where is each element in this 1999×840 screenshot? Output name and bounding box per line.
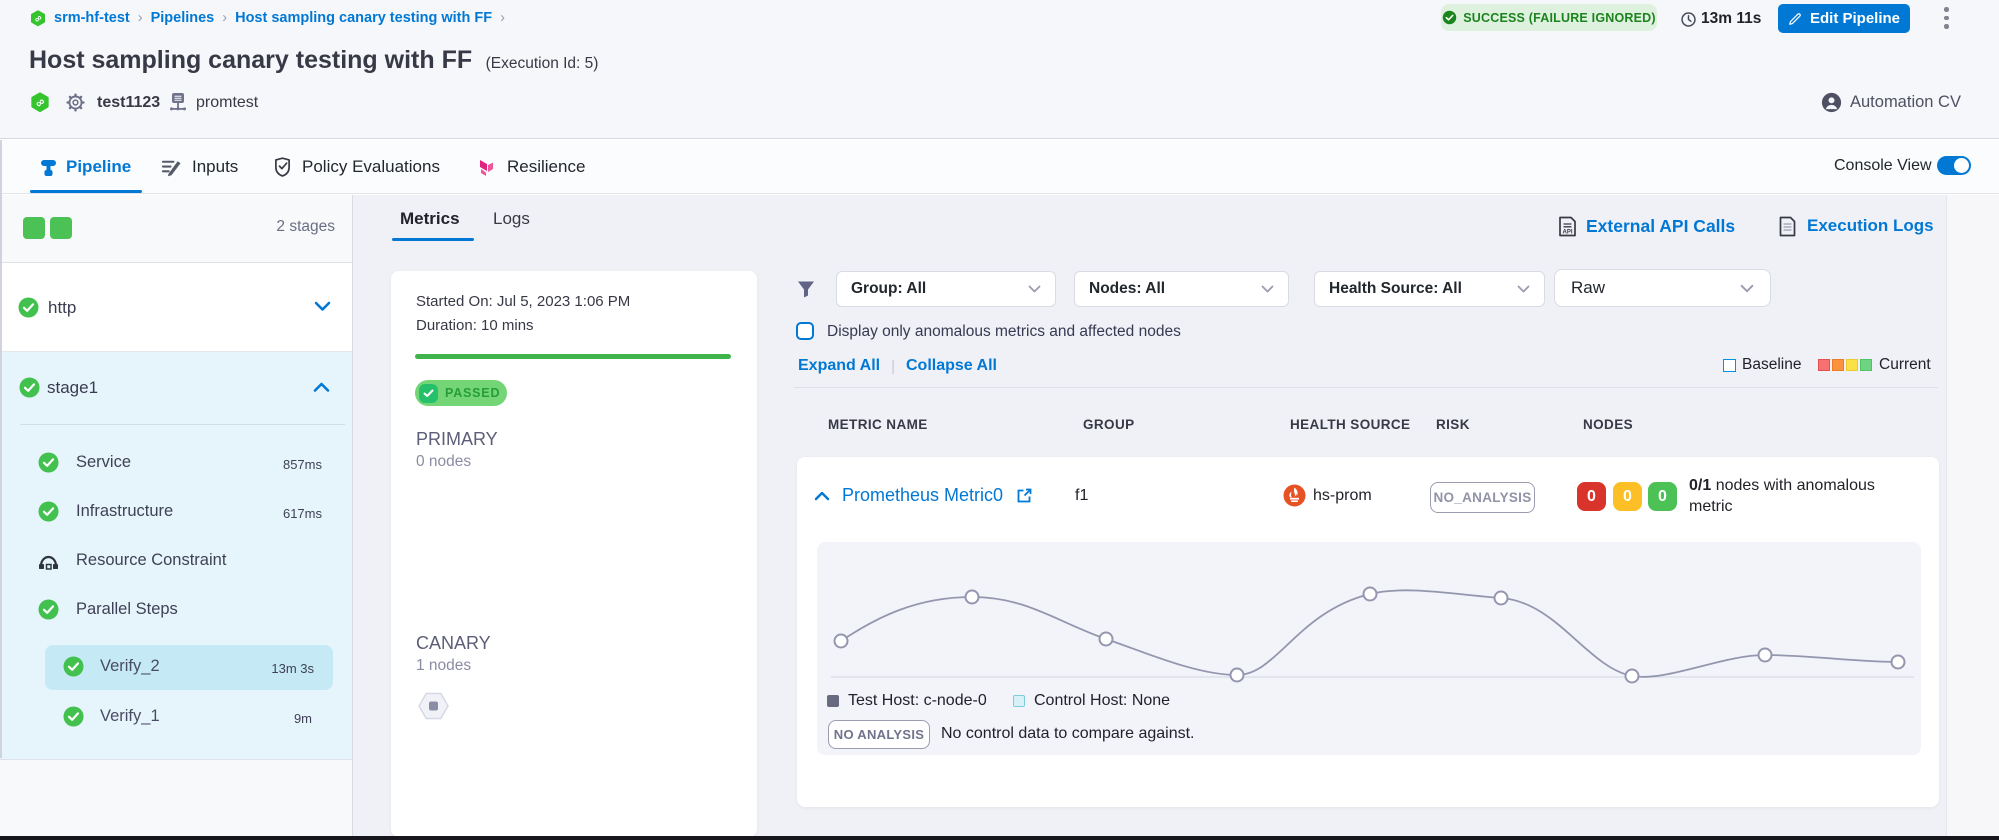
svg-text:API: API — [1562, 229, 1572, 235]
